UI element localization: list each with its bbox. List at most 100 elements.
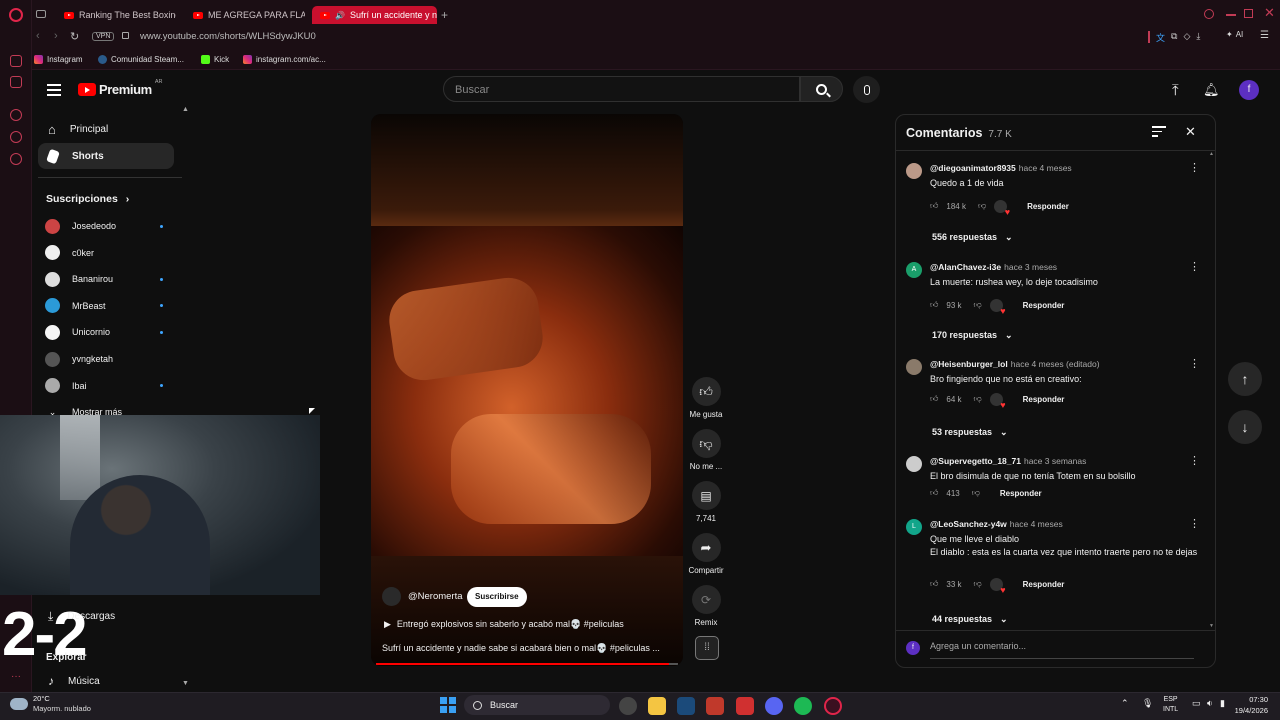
short-video[interactable] (371, 114, 683, 666)
view-replies-button[interactable]: 53 respuestas ⌄ (932, 427, 1008, 438)
app-icon[interactable] (706, 697, 724, 715)
next-short-button[interactable]: ↓ (1228, 410, 1262, 444)
bookmark-instagram[interactable]: Instagram (34, 53, 83, 65)
comment-avatar[interactable] (906, 163, 922, 179)
account-avatar[interactable]: f (1239, 80, 1259, 100)
translate-icon[interactable]: 文 (1156, 31, 1165, 44)
clock[interactable]: 07:30 19/4/2026 (1226, 694, 1268, 716)
thumbs-up-icon[interactable]: 👍︎ (930, 488, 938, 498)
tab-overview-icon[interactable] (36, 10, 46, 18)
comment-author[interactable]: @diegoanimator8935 (930, 163, 1016, 173)
reload-icon[interactable]: ↻ (70, 30, 79, 43)
mic-tray-icon[interactable]: 🎙︎ (1142, 698, 1153, 709)
sidebar-item-subscription[interactable]: Ibai (45, 375, 175, 397)
url-field[interactable]: www.youtube.com/shorts/WLHSdywJKU0 (140, 31, 316, 42)
thumbs-down-icon[interactable]: 👎︎ (974, 300, 982, 310)
previous-short-button[interactable]: ↑ (1228, 362, 1262, 396)
file-explorer-icon[interactable] (648, 697, 666, 715)
network-icon[interactable]: ▭ (1192, 698, 1201, 709)
battery-icon[interactable]: ▮ (1220, 698, 1225, 709)
thumbs-down-icon[interactable]: 👎︎ (972, 488, 980, 498)
comment-author[interactable]: @Supervegetto_18_71 (930, 456, 1021, 466)
comment-avatar[interactable]: A (906, 262, 922, 278)
remix-button[interactable]: ⟳ Remix (688, 585, 724, 627)
view-replies-button[interactable]: 44 respuestas ⌄ (932, 614, 1008, 625)
dislike-button[interactable]: 👎︎ No me ... (688, 429, 724, 471)
playlist-link[interactable]: ▶ Entregó explosivos sin saberlo y acabó … (384, 619, 624, 630)
more-icon[interactable]: ··· (11, 671, 21, 682)
subscribe-button[interactable]: Suscribirse (467, 587, 527, 607)
minimize-button[interactable] (1226, 14, 1236, 16)
thumbs-up-icon[interactable]: 👍︎ (930, 300, 938, 310)
thumbs-up-icon[interactable]: 👍︎ (930, 394, 938, 404)
create-icon[interactable]: ⤒ (1172, 82, 1179, 99)
bookmark-instagram-ac[interactable]: instagram.com/ac... (243, 53, 326, 65)
sidebar-item-subscription[interactable]: Josedeodo (45, 215, 175, 237)
sidebar-item-downloads[interactable]: ⤓ Descargas (38, 603, 174, 629)
thumbs-down-icon[interactable]: 👎︎ (974, 394, 982, 404)
messenger-icon[interactable] (10, 76, 22, 88)
comment-author[interactable]: @Heisenburger_lol (930, 359, 1008, 369)
comment-author[interactable]: @LeoSanchez-y4w (930, 519, 1007, 529)
like-button[interactable]: 👍︎ Me gusta (688, 377, 724, 419)
more-options-icon[interactable]: ⋮ (1189, 357, 1200, 370)
thumbs-up-icon[interactable]: 👍︎ (930, 579, 938, 589)
start-button[interactable] (440, 697, 456, 713)
player-icon[interactable] (10, 109, 22, 121)
thumbs-down-icon[interactable]: 👎︎ (978, 201, 986, 211)
tab-boxing[interactable]: Ranking The Best Boxing h (56, 6, 176, 24)
sidebar-item-subscription[interactable]: Unicornio (45, 321, 175, 343)
thumbs-down-icon[interactable]: 👎︎ (974, 579, 982, 589)
sidebar-item-subscription[interactable]: MrBeast (45, 295, 175, 317)
comments-button[interactable]: ▤ 7,741 (688, 481, 724, 523)
channel-name[interactable]: @Neromerta (408, 591, 463, 602)
taskbar-search[interactable]: Buscar (464, 695, 610, 715)
ai-button[interactable]: ✦ AI (1226, 30, 1243, 39)
sound-thumbnail[interactable]: ⁞⁞ (695, 636, 719, 660)
volume-icon[interactable]: 🔉︎ (1207, 698, 1213, 709)
channel-avatar[interactable] (382, 587, 401, 606)
spotify-app-icon[interactable] (794, 697, 812, 715)
download-icon[interactable]: ⤓ (1196, 31, 1200, 44)
reply-button[interactable]: Responder (1027, 202, 1069, 211)
reply-button[interactable]: Responder (1023, 301, 1065, 310)
more-options-icon[interactable]: ⋮ (1189, 517, 1200, 530)
reply-button[interactable]: Responder (1023, 395, 1065, 404)
sidebar-item-principal[interactable]: ⌂ Principal (38, 116, 174, 142)
tab-flame[interactable]: ME AGREGA PARA FLAME (185, 6, 305, 24)
more-options-icon[interactable]: ⋮ (1189, 260, 1200, 273)
search-button[interactable] (800, 76, 843, 102)
close-comments-icon[interactable]: ✕ (1185, 124, 1196, 140)
history-icon[interactable] (10, 131, 22, 143)
vpn-badge[interactable]: VPN (92, 32, 115, 41)
comment-avatar[interactable] (906, 456, 922, 472)
thumbs-up-icon[interactable]: 👍︎ (930, 201, 938, 211)
opera-app-icon[interactable] (824, 697, 842, 715)
extensions-icons[interactable]: 文 ⧉ ◇ ⤓ (1148, 31, 1200, 44)
tray-chevron-icon[interactable]: ⌃ (1121, 698, 1129, 709)
menu-icon[interactable]: ☰ (1260, 30, 1269, 41)
close-window-button[interactable]: ✕ (1264, 5, 1275, 21)
view-replies-button[interactable]: 170 respuestas ⌄ (932, 330, 1013, 341)
sidebar-item-subscription[interactable]: yvngketah (45, 348, 175, 370)
forward-button[interactable]: › (54, 30, 58, 42)
subscriptions-header[interactable]: Suscripciones › (46, 193, 129, 205)
bag-icon[interactable] (10, 55, 22, 67)
cube-icon[interactable]: ◇ (1183, 31, 1190, 44)
opera-logo-icon[interactable] (9, 8, 23, 22)
steam-app-icon[interactable] (677, 697, 695, 715)
hamburger-menu-icon[interactable] (47, 84, 61, 96)
weather-widget[interactable]: 20°C Mayorm. nublado (10, 694, 91, 714)
sidebar-item-music[interactable]: ♪ Música (38, 668, 174, 694)
reply-button[interactable]: Responder (1000, 489, 1042, 498)
search-input[interactable]: Buscar (443, 76, 800, 102)
short-title[interactable]: Sufrí un accidente y nadie sabe si acaba… (382, 643, 678, 654)
youtube-logo[interactable]: Premium AR (78, 79, 162, 97)
view-replies-button[interactable]: 556 respuestas ⌄ (932, 232, 1013, 243)
comments-scrollbar[interactable]: ▲ ▼ (1209, 151, 1214, 629)
reply-button[interactable]: Responder (1023, 580, 1065, 589)
bookmark-kick[interactable]: Kick (201, 53, 229, 65)
settings-icon[interactable] (10, 153, 22, 165)
app-icon-red[interactable] (736, 697, 754, 715)
window-search-icon[interactable] (1204, 9, 1214, 19)
